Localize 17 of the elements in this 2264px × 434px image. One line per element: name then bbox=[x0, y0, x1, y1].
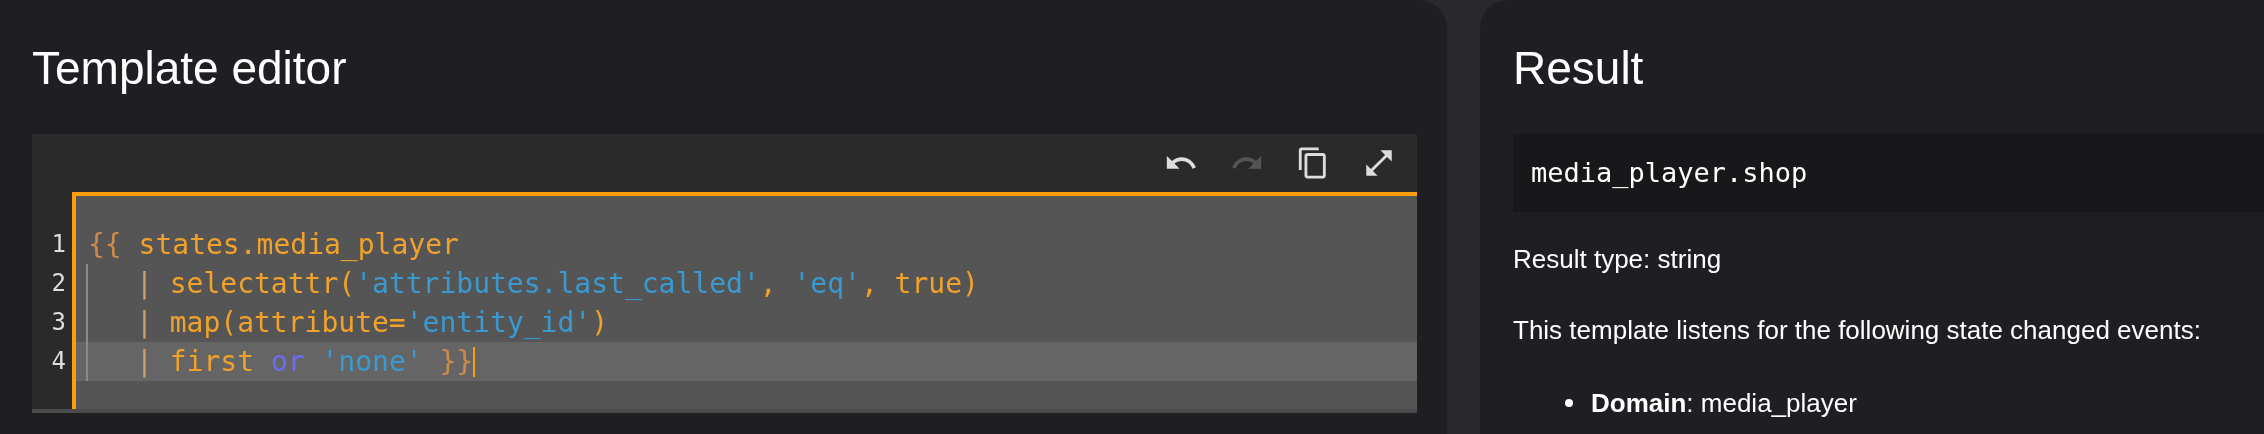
listens-text: This template listens for the following state changed events: bbox=[1513, 314, 2202, 346]
result-type: Result type: string bbox=[1513, 243, 1723, 276]
code-line: | map(attribute='entity_id') bbox=[136, 305, 609, 341]
code-line: {{ states.media_player bbox=[88, 227, 459, 263]
line-number: 2 bbox=[50, 268, 67, 299]
code-line: | first or 'none' }} bbox=[136, 344, 474, 380]
bullet-icon bbox=[1565, 399, 1573, 407]
card-title: Result bbox=[1513, 41, 1645, 96]
code-line: | selectattr('attributes.last_called', 'eq', true) bbox=[136, 266, 979, 302]
result-output: media_player.shop bbox=[1513, 134, 2264, 212]
line-number: 4 bbox=[50, 346, 67, 377]
event-item: Domain: media_player bbox=[1591, 387, 1857, 420]
line-number: 1 bbox=[50, 229, 67, 260]
text-cursor bbox=[473, 346, 476, 377]
line-number: 3 bbox=[50, 307, 67, 338]
code-area[interactable]: {{ states.media_player | selectattr('attributes.last_called', 'eq', true) | map(attribute='entity_id') | first or 'none' }} bbox=[72, 192, 1417, 409]
card-title: Template editor bbox=[32, 41, 348, 96]
